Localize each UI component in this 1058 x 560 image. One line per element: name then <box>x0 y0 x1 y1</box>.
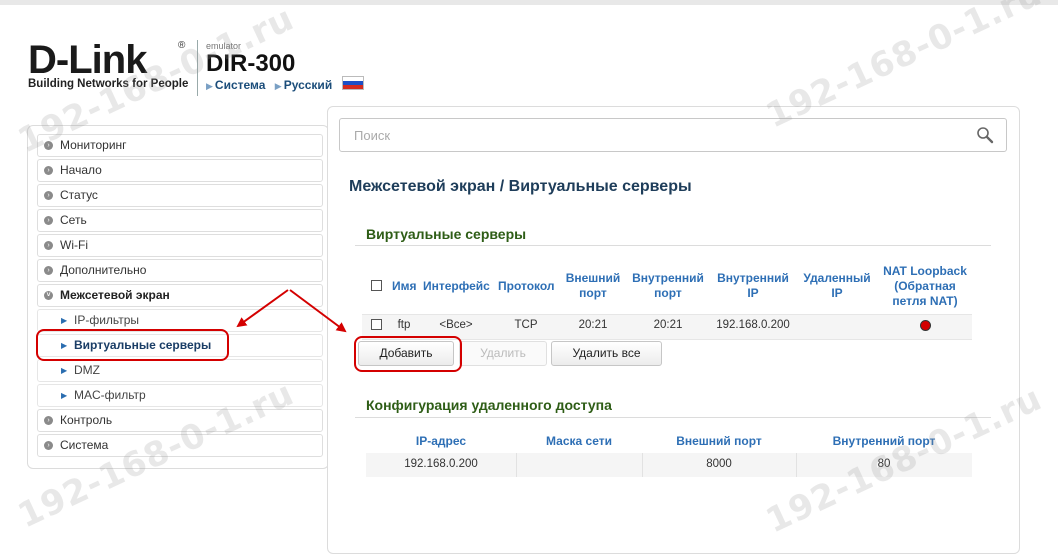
logo-tagline: Building Networks for People <box>28 78 189 90</box>
col-header-text: Удаленный <box>803 271 871 285</box>
col-header-interface: Интерфейс <box>423 279 490 293</box>
sidebar-item-label: Межсетевой экран <box>60 288 170 302</box>
sidebar-item-label: IP-фильтры <box>74 313 140 327</box>
col-header-text: порт <box>579 286 607 300</box>
triangle-icon: ▶ <box>61 366 68 375</box>
cell-ext-port: 8000 <box>706 458 732 470</box>
virtual-servers-section-title: Виртуальные серверы <box>366 226 527 242</box>
sidebar-item-advanced[interactable]: › Дополнительно <box>37 259 323 282</box>
dlink-logo: D-Link ® Building Networks for People <box>28 40 188 90</box>
header-separator <box>197 40 198 96</box>
sidebar-item-label: Сеть <box>60 213 87 227</box>
sidebar-item-firewall[interactable]: ˅ Межсетевой экран <box>37 284 323 307</box>
cell-int-port: 80 <box>877 458 891 470</box>
cell-interface: <Все> <box>439 319 473 331</box>
col-header-text: IP <box>747 286 759 300</box>
col-header-ip: IP-адрес <box>415 434 467 448</box>
highlight-add-button <box>354 336 462 372</box>
col-header-name: Имя <box>392 279 417 293</box>
logo-registered: ® <box>178 40 186 51</box>
sidebar-item-start[interactable]: › Начало <box>37 159 323 182</box>
sidebar-item-label: Контроль <box>60 413 113 427</box>
sidebar-item-network[interactable]: › Сеть <box>37 209 323 232</box>
col-header-text: петля NAT) <box>892 294 958 308</box>
sidebar-item-wifi[interactable]: › Wi-Fi <box>37 234 323 257</box>
delete-button[interactable]: Удалить <box>459 341 547 366</box>
bullet-icon: › <box>44 216 53 225</box>
sidebar-item-label: MAC-фильтр <box>74 388 146 402</box>
cell-protocol: TCP <box>514 319 538 331</box>
bullet-down-icon: ˅ <box>44 291 53 300</box>
search-input[interactable] <box>339 118 1007 152</box>
bullet-icon: › <box>44 441 53 450</box>
cell-divider <box>516 453 517 477</box>
col-header-int-port: Внутренний порт <box>632 271 704 301</box>
nat-loopback-status-icon <box>920 320 931 331</box>
delete-all-button[interactable]: Удалить все <box>551 341 662 366</box>
col-header-ext-port: Внешний порт <box>562 271 624 301</box>
triangle-icon: ▶ <box>61 391 68 400</box>
col-header-ext-port: Внешний порт <box>676 434 762 448</box>
main-panel: Межсетевой экран / Виртуальные серверы В… <box>327 106 1020 554</box>
sidebar-item-label: Мониторинг <box>60 138 127 152</box>
col-header-text: NAT Loopback <box>883 264 967 278</box>
triangle-icon: ▶ <box>274 81 282 91</box>
page-title: Межсетевой экран / Виртуальные серверы <box>349 178 692 195</box>
section-divider <box>355 245 991 246</box>
system-link[interactable]: Система <box>215 78 266 92</box>
highlight-virtual-servers <box>36 329 229 361</box>
col-header-nat-loopback: NAT Loopback (Обратная петля NAT) <box>880 264 970 309</box>
sidebar-item-system[interactable]: › Система <box>37 434 323 457</box>
cell-name: ftp <box>397 319 411 331</box>
cell-ext-port: 20:21 <box>578 319 608 331</box>
header-links: ▶ Система ▶ Русский <box>206 76 364 92</box>
bullet-icon: › <box>44 241 53 250</box>
sidebar-item-label: Статус <box>60 188 98 202</box>
triangle-icon: ▶ <box>206 81 213 91</box>
col-header-text: IP <box>831 286 843 300</box>
col-header-int-port: Внутренний порт <box>832 434 936 448</box>
sidebar-item-label: Дополнительно <box>60 263 147 277</box>
row-checkbox[interactable] <box>371 319 382 330</box>
select-all-checkbox[interactable] <box>371 280 382 291</box>
sidebar-sub-mac-filter[interactable]: ▶ MAC-фильтр <box>37 384 323 407</box>
col-header-text: Внутренний <box>632 271 704 285</box>
russian-flag-icon[interactable] <box>341 76 364 90</box>
search-icon[interactable] <box>976 126 994 144</box>
triangle-icon: ▶ <box>61 316 68 325</box>
col-header-text: Внешний <box>565 271 621 285</box>
col-header-remote-ip: Удаленный IP <box>800 271 874 301</box>
sidebar-item-label: Wi-Fi <box>60 238 88 252</box>
bullet-icon: › <box>44 191 53 200</box>
col-header-mask: Маска сети <box>546 434 612 448</box>
col-header-text: (Обратная <box>894 279 956 293</box>
cell-ip: 192.168.0.200 <box>404 458 478 470</box>
logo-brand: D-Link <box>28 38 147 82</box>
remote-access-section-title: Конфигурация удаленного доступа <box>366 397 612 413</box>
section-divider <box>355 417 991 418</box>
cell-int-ip: 192.168.0.200 <box>716 319 790 331</box>
col-header-int-ip: Внутренний IP <box>716 271 790 301</box>
cell-int-port: 20:21 <box>653 319 683 331</box>
sidebar-item-label: Начало <box>60 163 102 177</box>
model-name: DIR-300 <box>206 50 296 77</box>
col-header-text: Внутренний <box>717 271 789 285</box>
sidebar-sub-dmz[interactable]: ▶ DMZ <box>37 359 323 382</box>
col-header-text: порт <box>654 286 682 300</box>
sidebar-item-label: Система <box>60 438 109 452</box>
bullet-icon: › <box>44 266 53 275</box>
bullet-icon: › <box>44 416 53 425</box>
sidebar: › Мониторинг › Начало › Статус › Сеть › Wi-Fi… <box>27 125 329 469</box>
sidebar-item-control[interactable]: › Контроль <box>37 409 323 432</box>
bullet-icon: › <box>44 166 53 175</box>
language-link[interactable]: Русский <box>284 78 333 92</box>
sidebar-item-label: DMZ <box>74 363 100 377</box>
col-header-protocol: Протокол <box>498 279 555 293</box>
top-border <box>0 0 1058 5</box>
bullet-icon: › <box>44 141 53 150</box>
sidebar-item-monitoring[interactable]: › Мониторинг <box>37 134 323 157</box>
sidebar-item-status[interactable]: › Статус <box>37 184 323 207</box>
